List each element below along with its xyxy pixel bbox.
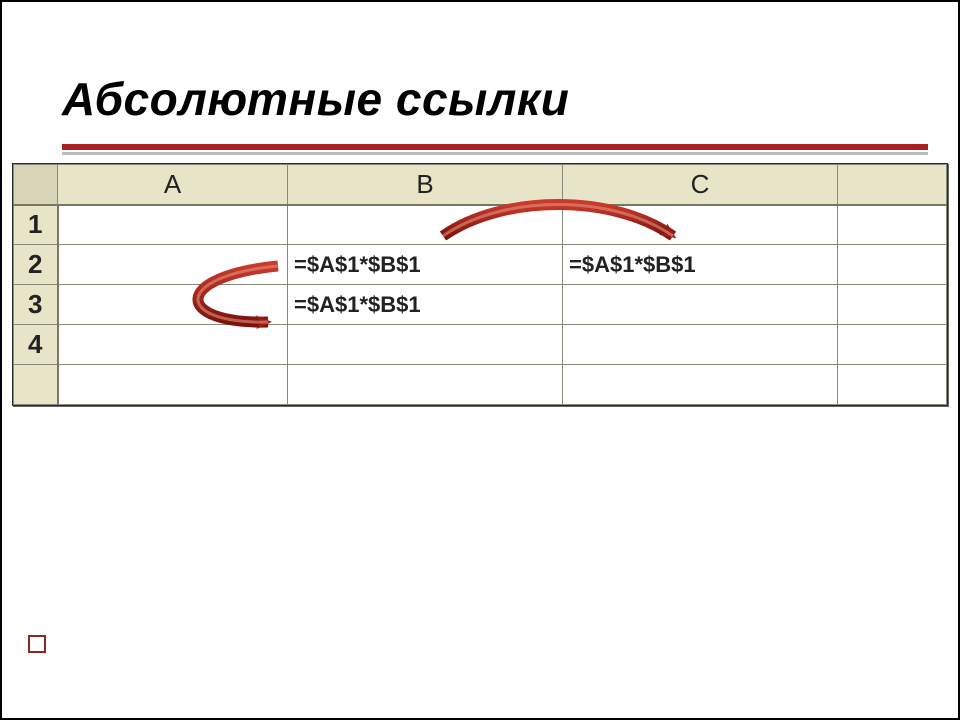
cell-d1[interactable] xyxy=(838,205,947,245)
cell-b1[interactable] xyxy=(288,205,563,245)
cell-a3[interactable] xyxy=(58,285,288,325)
formula-b3: =$A$1*$B$1 xyxy=(294,292,421,317)
cell-c3[interactable] xyxy=(563,285,838,325)
title-block: Абсолютные ссылки xyxy=(2,2,958,126)
slide: Абсолютные ссылки A B C xyxy=(0,0,960,720)
col-header-a[interactable]: A xyxy=(58,165,288,205)
col-header-c[interactable]: C xyxy=(563,165,838,205)
cell-a5[interactable] xyxy=(58,365,288,405)
cell-c4[interactable] xyxy=(563,325,838,365)
col-header-b[interactable]: B xyxy=(288,165,563,205)
col-header-d[interactable] xyxy=(838,165,947,205)
cell-c5[interactable] xyxy=(563,365,838,405)
cell-a4[interactable] xyxy=(58,325,288,365)
row-header-3[interactable]: 3 xyxy=(14,285,58,325)
row-header-1[interactable]: 1 xyxy=(14,205,58,245)
formula-b2: =$A$1*$B$1 xyxy=(294,252,421,277)
cell-a2[interactable] xyxy=(58,245,288,285)
cell-d3[interactable] xyxy=(838,285,947,325)
cell-b3[interactable]: =$A$1*$B$1 xyxy=(288,285,563,325)
slide-bullet-icon xyxy=(28,635,46,653)
row-3: 3 =$A$1*$B$1 xyxy=(14,285,947,325)
formula-c2: =$A$1*$B$1 xyxy=(569,252,696,277)
cell-c1[interactable] xyxy=(563,205,838,245)
row-2: 2 =$A$1*$B$1 =$A$1*$B$1 xyxy=(14,245,947,285)
cell-d4[interactable] xyxy=(838,325,947,365)
cell-b4[interactable] xyxy=(288,325,563,365)
spreadsheet-grid: A B C 1 2 =$A$1*$B$1 =$A xyxy=(13,164,947,405)
title-underline xyxy=(62,144,928,155)
select-all-corner[interactable] xyxy=(14,165,58,205)
cell-b5[interactable] xyxy=(288,365,563,405)
row-4: 4 xyxy=(14,325,947,365)
cell-d5[interactable] xyxy=(838,365,947,405)
row-header-4[interactable]: 4 xyxy=(14,325,58,365)
slide-title: Абсолютные ссылки xyxy=(62,72,958,126)
row-1: 1 xyxy=(14,205,947,245)
cell-a1[interactable] xyxy=(58,205,288,245)
row-header-2[interactable]: 2 xyxy=(14,245,58,285)
cell-d2[interactable] xyxy=(838,245,947,285)
row-5-partial xyxy=(14,365,947,405)
cell-b2[interactable]: =$A$1*$B$1 xyxy=(288,245,563,285)
spreadsheet: A B C 1 2 =$A$1*$B$1 =$A xyxy=(12,163,948,406)
row-header-5[interactable] xyxy=(14,365,58,405)
cell-c2[interactable]: =$A$1*$B$1 xyxy=(563,245,838,285)
